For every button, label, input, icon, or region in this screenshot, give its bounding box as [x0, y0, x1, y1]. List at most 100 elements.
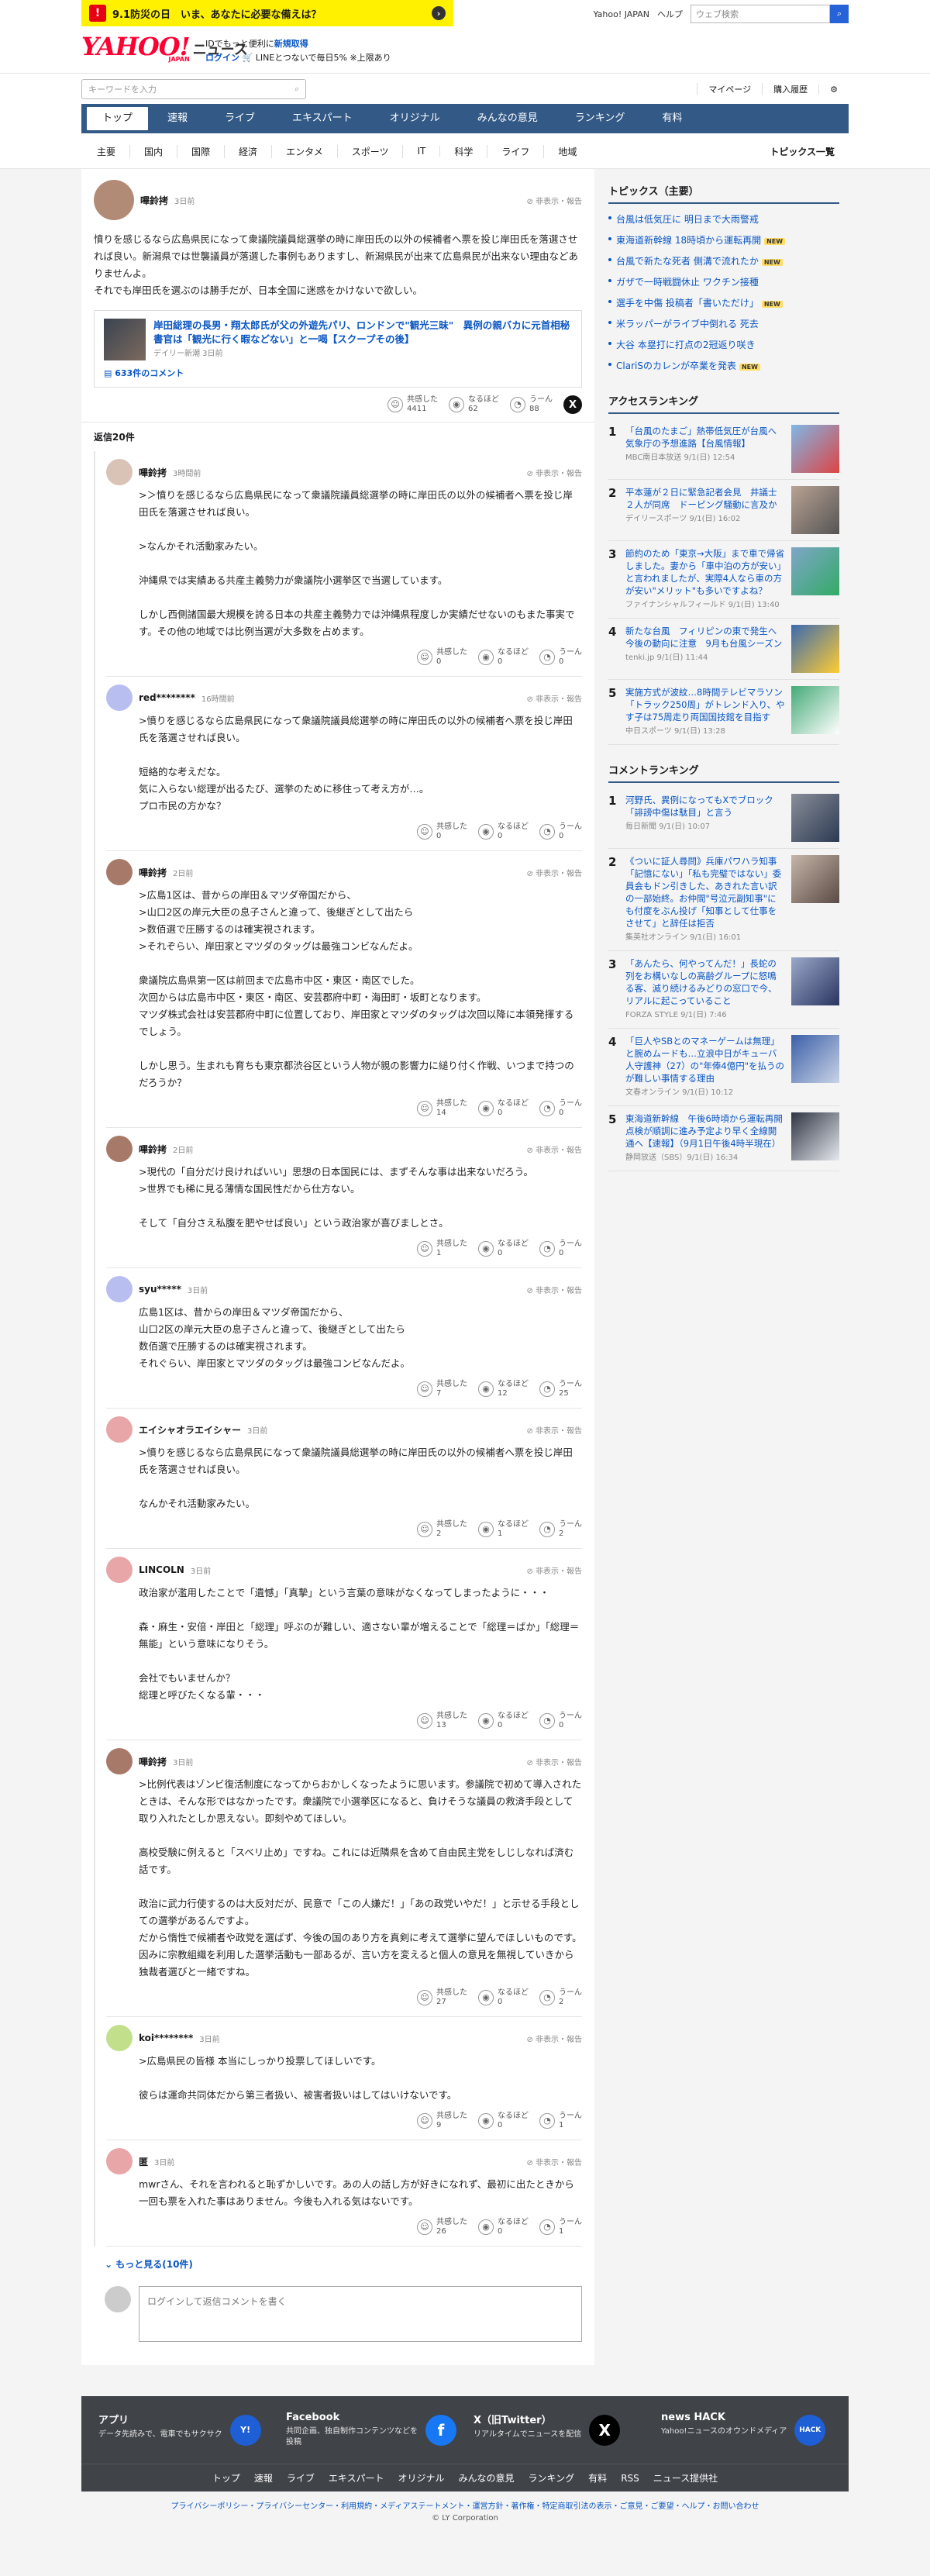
topic-item[interactable]: 台風は低気圧に 明日まで大雨警戒 [608, 209, 839, 229]
ranking-item[interactable]: 3 「あんたら、何やってんだ！」長蛇の列をお構いなしの高齢グループに怒鳴る客、滅… [608, 951, 839, 1029]
report-link[interactable]: ⊘ 非表示・報告 [526, 1424, 582, 1436]
category-domestic[interactable]: 国内 [130, 144, 178, 158]
purchase-history-link[interactable]: 購入履歴 [762, 83, 818, 95]
reply-author[interactable]: 嗶鈴拷 [139, 866, 167, 879]
footer-nav-item[interactable]: RSS [621, 2473, 639, 2484]
hmm-button[interactable]: ◔ うーん 2 [539, 1520, 582, 1539]
hmm-button[interactable]: ◔ うーん 1 [539, 2218, 582, 2236]
hmm-button[interactable]: ◔ うーん 0 [539, 822, 582, 841]
linked-article[interactable]: 岸田総理の長男・翔太郎氏が父の外遊先パリ、ロンドンで"観光三昧" 異例の親バカに… [94, 310, 582, 388]
report-link[interactable]: ⊘ 非表示・報告 [526, 467, 582, 478]
reply-author[interactable]: koi******** [139, 2033, 193, 2043]
category-entertainment[interactable]: エンタメ [272, 144, 338, 158]
topic-item[interactable]: ClariSのカレンが卒業を発表 NEW [608, 355, 839, 376]
footer-nav-item[interactable]: 速報 [254, 2471, 273, 2485]
comment-count-link[interactable]: ▤ 633件のコメント [104, 367, 572, 379]
insight-button[interactable]: ◉ なるほど 12 [478, 1380, 529, 1398]
category-science[interactable]: 科学 [440, 144, 488, 158]
hmm-button[interactable]: ◔ うーん 0 [539, 648, 582, 667]
empathy-button[interactable]: ☺ 共感した 13 [417, 1712, 467, 1730]
hmm-button[interactable]: ◔ うーん 88 [510, 395, 553, 414]
footer-nav-item[interactable]: みんなの意見 [459, 2471, 515, 2485]
topic-item[interactable]: ガザで一時戦闘休止 ワクチン接種 [608, 271, 839, 292]
topic-item[interactable]: 台風で新たな死者 側溝で流れたか NEW [608, 250, 839, 271]
report-link[interactable]: ⊘ 非表示・報告 [526, 867, 582, 878]
category-region[interactable]: 地域 [544, 145, 591, 158]
footer-facebook[interactable]: Facebook 共同企画、独自制作コンテンツなどを投稿 f [286, 2412, 456, 2448]
category-it[interactable]: IT [403, 146, 441, 157]
empathy-button[interactable]: ☺ 共感した 0 [417, 648, 467, 667]
insight-button[interactable]: ◉ なるほど 0 [478, 1988, 529, 2007]
footer-app[interactable]: アプリ データ先読みで、電車でもサクサク Y! [98, 2412, 269, 2448]
insight-button[interactable]: ◉ なるほど 62 [449, 395, 499, 414]
ranking-item[interactable]: 5 実施方式が波紋…8時間テレビマラソン「トラック250周」がトレンド入り、やす… [608, 680, 839, 745]
ranking-item[interactable]: 1 「台風のたまご」熱帯低気圧が台風へ 気象庁の予想進路【台風情報】 MBC南日本… [608, 419, 839, 480]
nav-ranking[interactable]: ランキング [556, 104, 644, 133]
empathy-button[interactable]: ☺ 共感した 2 [417, 1520, 467, 1539]
insight-button[interactable]: ◉ なるほど 1 [478, 1520, 529, 1539]
topic-item[interactable]: 東海道新幹線 18時頃から運転再開 NEW [608, 229, 839, 250]
insight-button[interactable]: ◉ なるほど 0 [478, 2218, 529, 2236]
nav-opinions[interactable]: みんなの意見 [459, 104, 556, 133]
category-economy[interactable]: 経済 [225, 144, 273, 158]
insight-button[interactable]: ◉ なるほど 0 [478, 822, 529, 841]
gear-icon[interactable]: ⚙ [818, 84, 849, 95]
insight-button[interactable]: ◉ なるほど 0 [478, 2112, 529, 2130]
category-main[interactable]: 主要 [81, 144, 131, 158]
category-international[interactable]: 国際 [177, 144, 226, 158]
category-sports[interactable]: スポーツ [338, 144, 404, 158]
legal-links[interactable]: プライバシーポリシー・プライバシーセンター・利用規約・メディアステートメント・運… [0, 2492, 930, 2514]
footer-nav-item[interactable]: オリジナル [398, 2471, 445, 2485]
empathy-button[interactable]: ☺ 共感した 9 [417, 2112, 467, 2130]
nav-top[interactable]: トップ [86, 106, 150, 131]
reply-author[interactable]: red******** [139, 692, 195, 703]
hmm-button[interactable]: ◔ うーん 0 [539, 1240, 582, 1258]
search-icon[interactable]: ⌕ [294, 84, 299, 95]
insight-button[interactable]: ◉ なるほど 0 [478, 1240, 529, 1258]
report-link[interactable]: ⊘ 非表示・報告 [526, 1756, 582, 1767]
hmm-button[interactable]: ◔ うーん 2 [539, 1988, 582, 2007]
hmm-button[interactable]: ◔ うーん 25 [539, 1380, 582, 1398]
comment-author[interactable]: 嗶鈴拷 [140, 194, 168, 207]
reply-author[interactable]: 匿 [139, 2155, 148, 2168]
report-link[interactable]: ⊘ 非表示・報告 [526, 195, 582, 206]
nav-paid[interactable]: 有料 [643, 104, 701, 133]
topics-list-link[interactable]: トピックス一覧 [756, 145, 849, 158]
reply-author[interactable]: 嗶鈴拷 [139, 1143, 167, 1156]
hmm-button[interactable]: ◔ うーん 0 [539, 1099, 582, 1118]
ranking-item[interactable]: 3 節約のため「東京→大阪」まで車で帰省しました。妻から「車中泊の方が安い」と言… [608, 541, 839, 619]
empathy-button[interactable]: ☺ 共感した 14 [417, 1099, 467, 1118]
report-link[interactable]: ⊘ 非表示・報告 [526, 1284, 582, 1295]
mypage-link[interactable]: マイページ [697, 83, 762, 95]
reply-input[interactable]: ログインして返信コメントを書く [139, 2286, 582, 2342]
x-share-icon[interactable]: X [563, 395, 582, 414]
hmm-button[interactable]: ◔ うーん 1 [539, 2112, 582, 2130]
footer-nav-item[interactable]: エキスパート [329, 2471, 384, 2485]
footer-newshack[interactable]: news HACK Yahoo!ニュースのオウンドメディア HACK [661, 2412, 832, 2448]
search-icon[interactable]: ⌕ [830, 5, 849, 23]
empathy-button[interactable]: ☺ 共感した 1 [417, 1240, 467, 1258]
category-life[interactable]: ライフ [487, 144, 545, 158]
empathy-button[interactable]: ☺ 共感した 4411 [388, 395, 438, 414]
footer-nav-item[interactable]: トップ [212, 2471, 240, 2485]
show-more-button[interactable]: ⌄ もっと見る(10件) [94, 2247, 582, 2278]
keyword-search-input[interactable]: キーワードを入力 ⌕ [81, 79, 306, 99]
login-link[interactable]: ログイン [205, 53, 239, 63]
insight-button[interactable]: ◉ なるほど 0 [478, 1712, 529, 1730]
nav-breaking[interactable]: 速報 [149, 104, 206, 133]
nav-live[interactable]: ライブ [206, 104, 274, 133]
reply-author[interactable]: エイシャオラエイシャー [139, 1423, 241, 1436]
signup-link[interactable]: 新規取得 [274, 39, 308, 49]
topic-item[interactable]: 大谷 本塁打に打点の2冠返り咲き [608, 334, 839, 355]
hmm-button[interactable]: ◔ うーん 0 [539, 1712, 582, 1730]
topic-item[interactable]: 選手を中傷 投稿者「書いただけ」 NEW [608, 292, 839, 313]
ranking-item[interactable]: 2 《ついに証人尋問》兵庫パワハラ知事「記憶にない」「私も完璧ではない」委員会も… [608, 849, 839, 951]
report-link[interactable]: ⊘ 非表示・報告 [526, 1564, 582, 1576]
ranking-item[interactable]: 4 新たな台風 フィリピンの東で発生へ 今後の動向に注意 9月も台風シーズン te… [608, 619, 839, 680]
nav-expert[interactable]: エキスパート [274, 104, 371, 133]
report-link[interactable]: ⊘ 非表示・報告 [526, 2033, 582, 2044]
empathy-button[interactable]: ☺ 共感した 7 [417, 1380, 467, 1398]
yahoo-japan-link[interactable]: Yahoo! JAPAN [593, 9, 649, 19]
nav-original[interactable]: オリジナル [371, 104, 459, 133]
empathy-button[interactable]: ☺ 共感した 0 [417, 822, 467, 841]
